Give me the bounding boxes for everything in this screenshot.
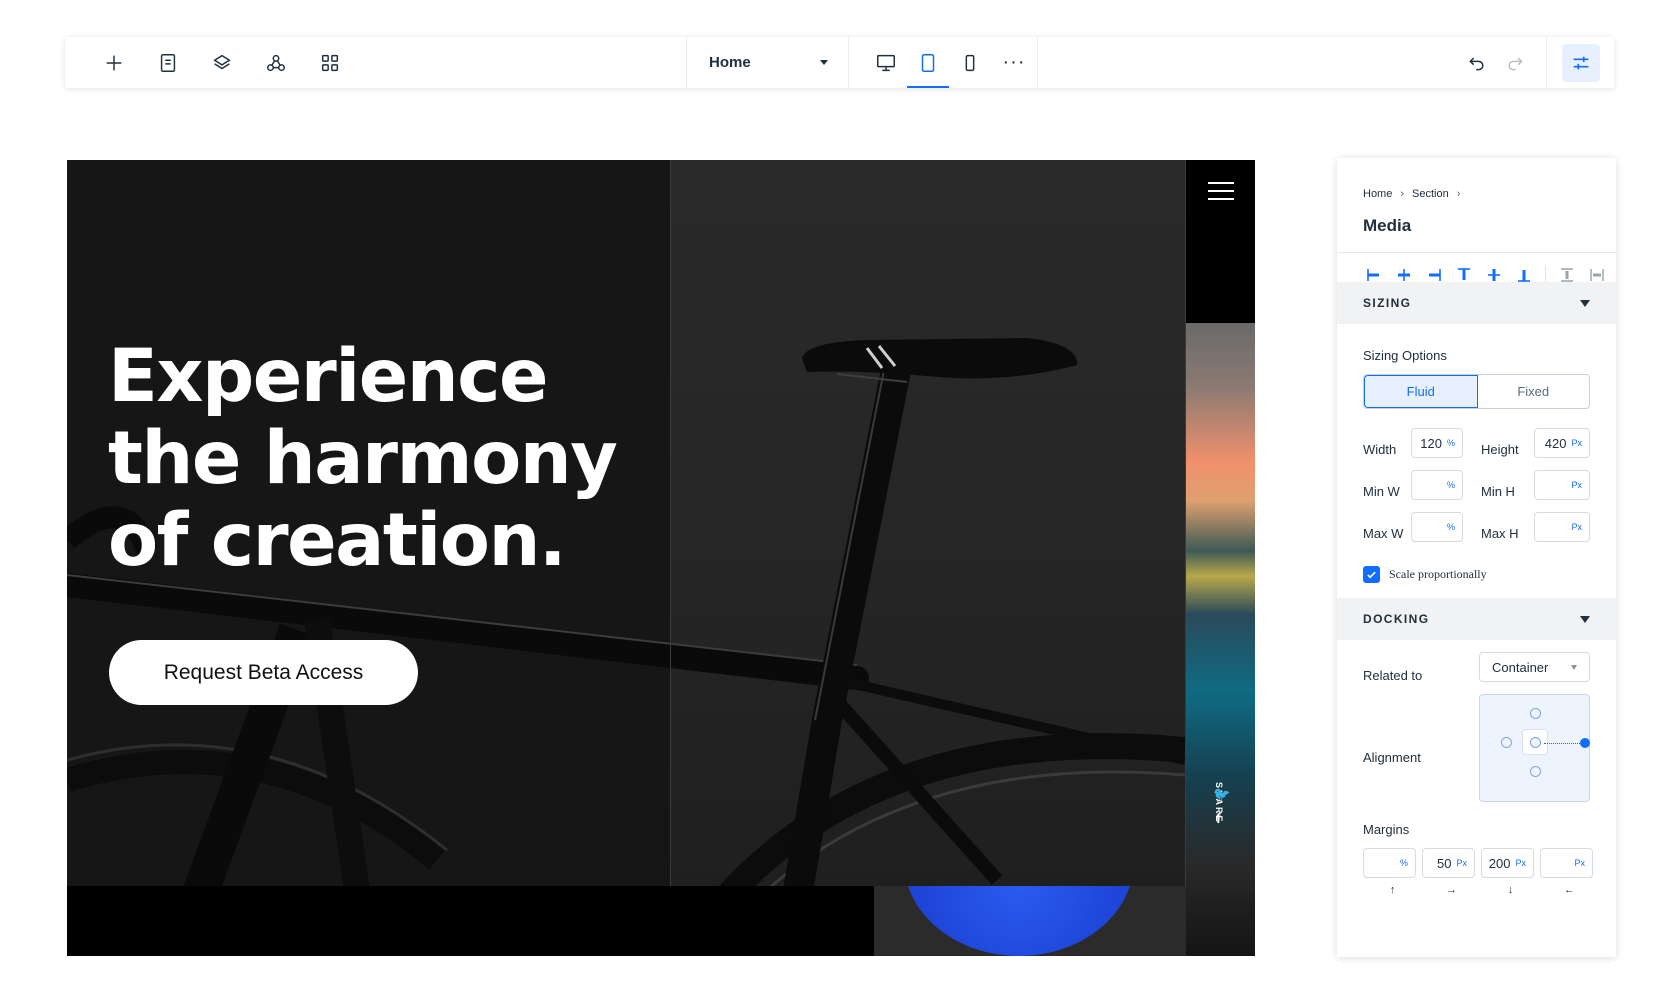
docking-alignment-grid: [1479, 694, 1590, 802]
undo-icon[interactable]: [1458, 37, 1496, 88]
arrow-right-icon: →: [1446, 884, 1457, 896]
min-height-input[interactable]: Px: [1534, 470, 1590, 500]
max-width-input[interactable]: %: [1411, 512, 1463, 542]
sizing-header-label: SIZING: [1363, 296, 1412, 310]
related-to-label: Related to: [1363, 668, 1423, 683]
sizing-mode-fixed[interactable]: Fixed: [1478, 375, 1590, 408]
desktop-icon[interactable]: [865, 37, 907, 88]
margins-label: Margins: [1363, 822, 1410, 837]
chevron-down-icon: [1571, 664, 1577, 670]
min-height-label: Min H: [1481, 484, 1515, 499]
margin-left-input[interactable]: Px: [1540, 848, 1593, 878]
breadcrumb-home[interactable]: Home: [1363, 188, 1392, 200]
min-width-label: Min W: [1363, 484, 1400, 499]
collapse-icon: [1580, 615, 1590, 623]
hero-line: Experience: [108, 334, 549, 419]
dock-left-handle[interactable]: [1501, 737, 1512, 748]
apps-grid-icon[interactable]: [303, 37, 357, 88]
inspector-toggle: [1546, 37, 1614, 88]
panel-title: Media: [1363, 216, 1412, 235]
chevron-right-icon: ›: [1456, 188, 1461, 200]
margin-top-input[interactable]: %: [1363, 848, 1416, 878]
settings-sliders-icon[interactable]: [1561, 43, 1600, 82]
max-height-input[interactable]: Px: [1534, 512, 1590, 542]
scale-proportionally-label: Scale proportionally: [1389, 567, 1487, 581]
min-width-input[interactable]: %: [1411, 470, 1463, 500]
layers-icon[interactable]: [195, 37, 249, 88]
alignment-label: Alignment: [1363, 750, 1421, 765]
hamburger-menu-icon[interactable]: [1208, 182, 1234, 202]
hero-title[interactable]: Experience the harmony of creation.: [108, 336, 668, 582]
docking-header-label: DOCKING: [1363, 612, 1430, 626]
width-input[interactable]: 120%: [1411, 428, 1463, 458]
margin-direction-arrows: ↑ → ↓ ←: [1363, 884, 1599, 896]
arrow-left-icon: ←: [1564, 884, 1575, 896]
hero-line: the harmony: [108, 416, 618, 501]
height-label: Height: [1481, 442, 1519, 457]
dock-center-dot[interactable]: [1530, 737, 1541, 748]
toolbar-tools: [65, 37, 686, 88]
pages-icon[interactable]: [141, 37, 195, 88]
components-icon[interactable]: [249, 37, 303, 88]
scale-proportionally-checkbox[interactable]: Scale proportionally: [1363, 566, 1487, 583]
hero-line: of creation.: [108, 498, 567, 583]
margins-inputs: % 50 Px 200 Px Px: [1363, 848, 1593, 878]
page-selector[interactable]: Home: [686, 37, 849, 88]
arrow-down-icon: ↓: [1507, 884, 1514, 896]
related-to-dropdown[interactable]: Container: [1479, 652, 1590, 682]
device-switcher: ···: [849, 37, 1038, 88]
dock-bottom-handle[interactable]: [1530, 766, 1541, 777]
margin-right-input[interactable]: 50 Px: [1422, 848, 1475, 878]
breadcrumb: Home › Section ›: [1363, 188, 1460, 200]
checkmark-icon: [1363, 566, 1380, 583]
page-selector-label: Home: [709, 54, 751, 71]
collapse-icon: [1580, 299, 1590, 307]
sizing-mode-fluid[interactable]: Fluid: [1364, 375, 1478, 408]
mobile-icon[interactable]: [949, 37, 991, 88]
chevron-down-icon: [820, 60, 828, 65]
docking-section-header[interactable]: DOCKING: [1337, 598, 1616, 640]
breadcrumb-section[interactable]: Section: [1412, 188, 1449, 200]
sizing-section-header[interactable]: SIZING: [1337, 282, 1616, 324]
chevron-right-icon: ›: [1400, 188, 1405, 200]
width-label: Width: [1363, 442, 1397, 457]
more-options-icon[interactable]: ···: [991, 37, 1037, 88]
margin-bottom-input[interactable]: 200 Px: [1481, 848, 1534, 878]
sizing-options-label: Sizing Options: [1363, 348, 1447, 363]
sizing-mode-toggle: Fluid Fixed: [1363, 374, 1590, 409]
facebook-icon[interactable]: f: [1216, 810, 1221, 826]
max-width-label: Max W: [1363, 526, 1404, 541]
tablet-icon[interactable]: [907, 37, 949, 88]
editor-canvas[interactable]: Experience the harmony of creation. Requ…: [67, 160, 1255, 956]
request-beta-button[interactable]: Request Beta Access: [109, 640, 418, 705]
height-input[interactable]: 420 Px: [1534, 428, 1590, 458]
twitter-icon[interactable]: 🐦: [1213, 786, 1230, 803]
dock-top-handle[interactable]: [1530, 708, 1541, 719]
redo-icon[interactable]: [1496, 37, 1534, 88]
max-height-label: Max H: [1481, 526, 1519, 541]
bottom-image[interactable]: [874, 886, 1186, 956]
add-icon[interactable]: [87, 37, 141, 88]
arrow-up-icon: ↑: [1389, 884, 1396, 896]
top-toolbar: Home ···: [65, 37, 1614, 88]
dock-right-handle[interactable]: [1580, 738, 1590, 748]
inspector-panel: Home › Section › Media SIZING Sizing Opt…: [1337, 158, 1616, 957]
